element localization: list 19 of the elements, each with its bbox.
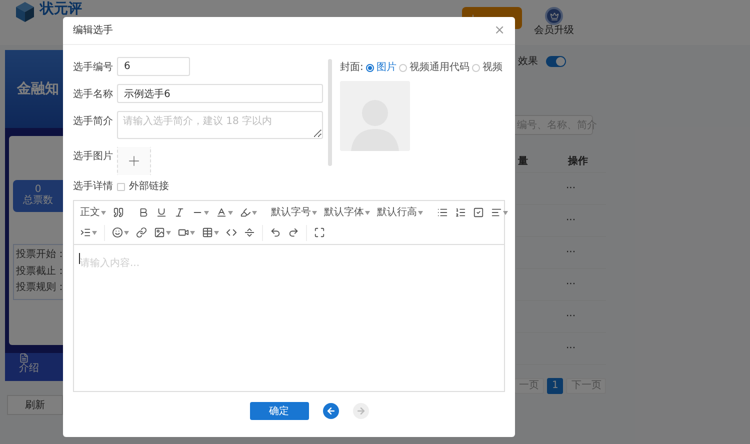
field-label: 选手图片 bbox=[73, 150, 114, 164]
field-label: 选手详情 bbox=[73, 180, 114, 194]
field-label: 选手名称 bbox=[73, 88, 114, 102]
logo-text: 状元评 bbox=[40, 2, 82, 16]
field-label: 选手简介 bbox=[73, 114, 114, 129]
info-line: 投票规则： bbox=[16, 282, 66, 294]
column-header: 量 bbox=[518, 155, 528, 169]
column-header: 操作 bbox=[568, 154, 588, 169]
total-votes-value: 0 bbox=[34, 184, 42, 195]
total-votes-label: 总票数 bbox=[23, 194, 53, 208]
info-line: 投票截止： bbox=[16, 266, 66, 278]
vip-upgrade-label: 会员升级 bbox=[534, 25, 574, 38]
field-label: 选手编号 bbox=[73, 60, 114, 75]
banner-title: 金融知 bbox=[17, 80, 59, 98]
switch-label: 效果 bbox=[518, 54, 538, 68]
info-line: 投票开始： bbox=[16, 249, 66, 262]
dialog-title: 编辑选手 bbox=[73, 24, 113, 38]
checkbox-label: 外部链接 bbox=[129, 180, 169, 194]
cover-label: 封面: bbox=[340, 60, 364, 75]
